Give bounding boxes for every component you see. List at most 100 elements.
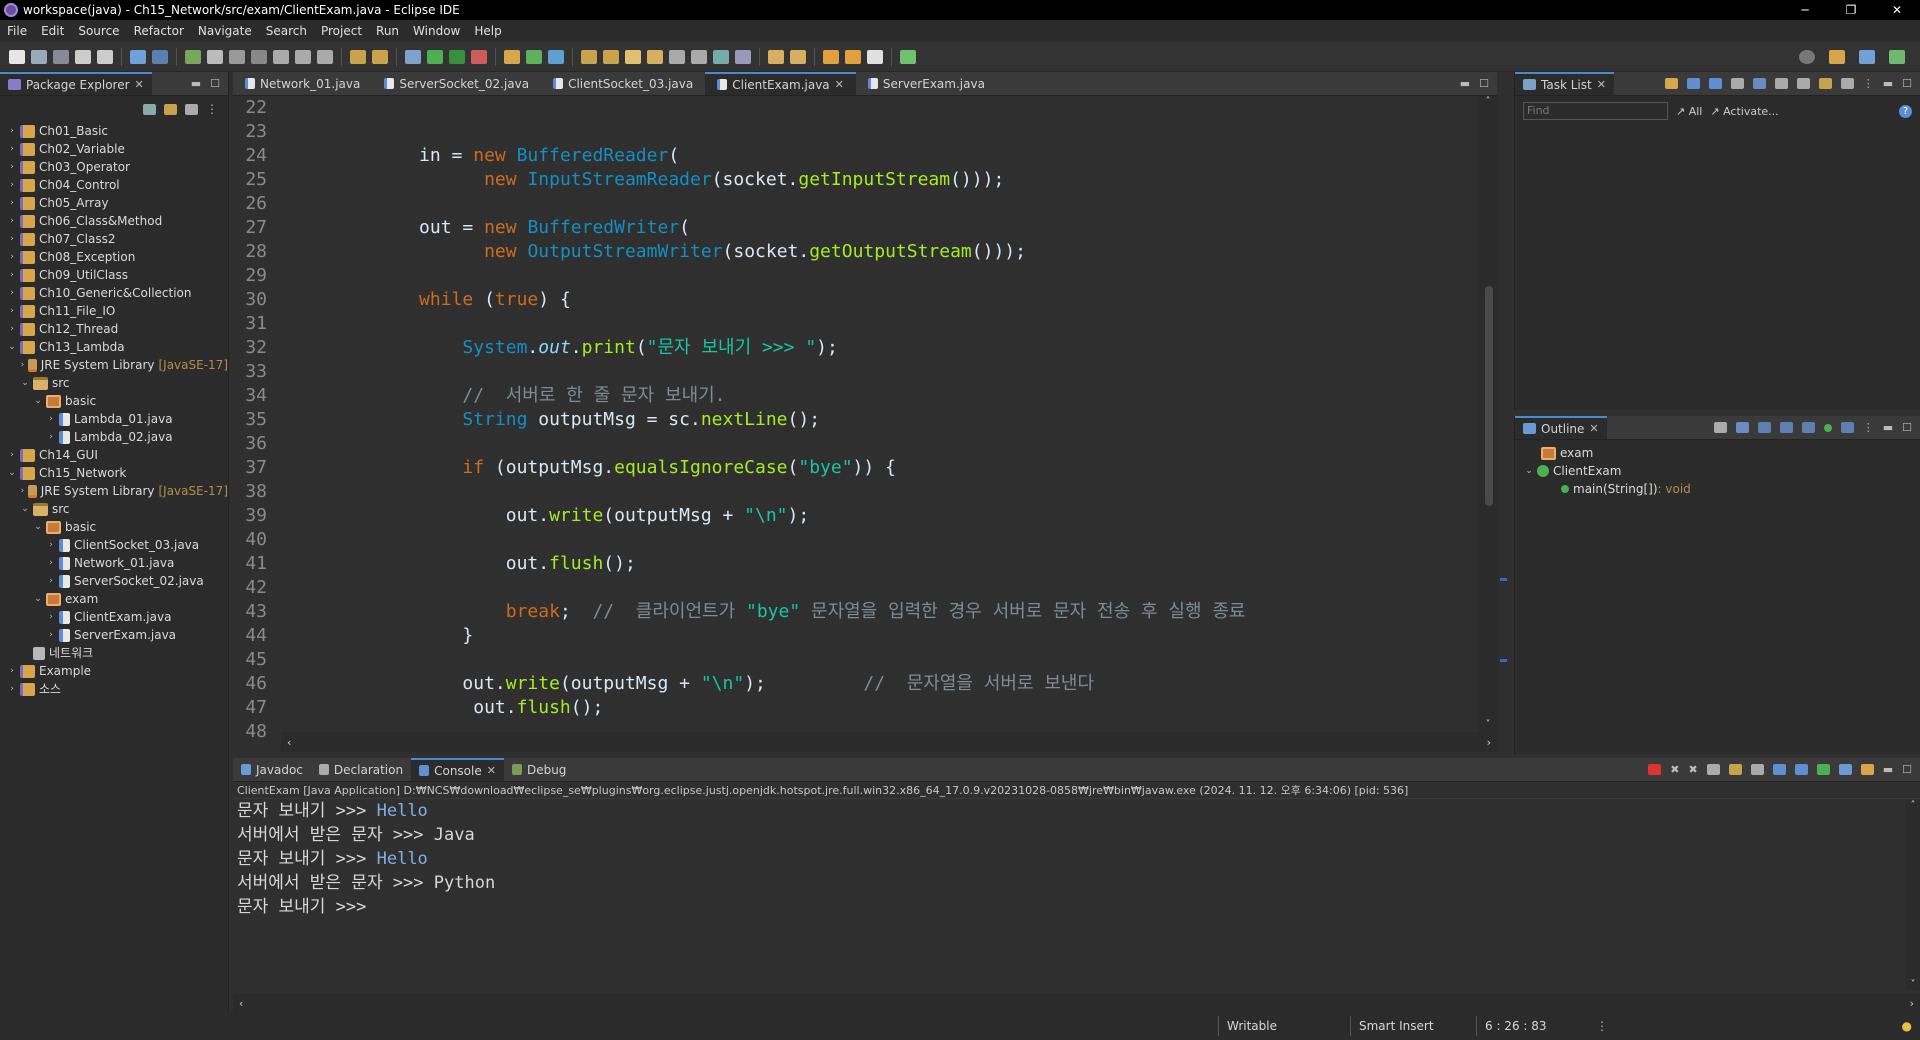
skip-breakpoints-icon[interactable] [152,49,168,64]
all-link[interactable]: ↗ All [1676,105,1702,118]
code-line[interactable] [281,576,1479,600]
tab-network-01-java[interactable]: Network_01.java [233,72,372,95]
code-line[interactable] [281,96,1479,120]
code-line[interactable]: out = new BufferedWriter( [281,216,1479,240]
chevron-right-icon[interactable]: › [6,230,18,248]
chevron-down-icon[interactable]: ⌄ [6,464,18,482]
open-console-icon[interactable] [1860,764,1874,775]
chevron-down-icon[interactable]: ⌄ [19,500,31,518]
chevron-right-icon[interactable]: › [6,680,18,698]
terminate-icon[interactable] [1648,764,1662,775]
clear-console-icon[interactable] [1706,764,1720,775]
tree-item[interactable]: › Ch05_Array [0,194,228,212]
code-line[interactable] [281,720,1479,732]
java-perspective-icon[interactable] [1859,49,1875,64]
tab-clientexam-java[interactable]: ClientExam.java ✕ [705,72,856,95]
scroll-left-icon[interactable]: ‹ [287,736,291,749]
outline-method[interactable]: main(String[]) : void [1515,480,1920,498]
collapse-all-icon[interactable] [143,103,156,115]
status-menu-icon[interactable]: ⋮ [1596,1019,1608,1033]
chevron-right-icon[interactable]: › [19,482,26,500]
tree-item[interactable]: ⌄ exam [0,590,228,608]
maximize-view-icon[interactable]: ☐ [1902,77,1912,90]
tab-outline[interactable]: Outline ✕ [1515,416,1607,439]
tree-item[interactable]: › Ch09_UtilClass [0,266,228,284]
code-line[interactable]: new OutputStreamWriter(socket.getOutputS… [281,240,1479,264]
chevron-right-icon[interactable]: › [6,266,18,284]
scroll-right-icon[interactable]: › [1487,736,1491,749]
chevron-right-icon[interactable]: › [19,356,26,374]
console-scrollbar[interactable]: ˄ ˅ [1906,800,1920,990]
code-line[interactable] [281,360,1479,384]
categorized-icon[interactable] [1686,78,1700,89]
run-icon[interactable] [427,49,443,64]
tree-item[interactable]: ⌄ src [0,374,228,392]
tree-item[interactable]: › Lambda_01.java [0,410,228,428]
chevron-down-icon[interactable]: ⌄ [6,338,18,356]
collapse-tasks-icon[interactable] [1796,78,1810,89]
chevron-right-icon[interactable]: › [6,446,18,464]
display-console-icon[interactable] [1838,764,1852,775]
tree-item[interactable]: › Ch11_File_IO [0,302,228,320]
menu-file[interactable]: File [0,24,34,38]
next-annotation-icon[interactable] [768,49,784,64]
last-edit-icon[interactable] [823,49,839,64]
chevron-down-icon[interactable]: ⌄ [1523,462,1535,480]
step-return-icon[interactable] [317,49,333,64]
tree-item[interactable]: › Ch08_Exception [0,248,228,266]
code-line[interactable]: out.write(outputMsg + "\n"); [281,504,1479,528]
tree-item[interactable]: › 소스 [0,680,228,698]
minimize-button[interactable]: ─ [1782,3,1828,17]
scroll-lock-icon[interactable] [1728,764,1742,775]
menu-run[interactable]: Run [369,24,406,38]
close-icon[interactable]: ✕ [1597,78,1606,91]
menu-help[interactable]: Help [467,24,508,38]
step-over-icon[interactable] [295,49,311,64]
show-whitespace-icon[interactable] [713,49,729,64]
link-with-editor-icon[interactable] [164,103,177,115]
chevron-right-icon[interactable]: › [6,122,18,140]
chevron-right-icon[interactable]: › [45,428,57,446]
save-icon[interactable] [31,49,47,64]
chevron-right-icon[interactable]: › [6,158,18,176]
open-task-icon[interactable] [372,49,388,64]
new-package-icon[interactable] [526,49,542,64]
chevron-right-icon[interactable]: › [6,320,18,338]
redo-icon[interactable] [97,49,113,64]
sort-icon[interactable] [1735,422,1749,433]
focus-icon[interactable] [1730,78,1744,89]
new-java-project-icon[interactable] [504,49,520,64]
code-line[interactable]: out.write(outputMsg + "\n"); // 문자열을 서버로… [281,672,1479,696]
tree-item[interactable]: › Ch14_GUI [0,446,228,464]
outline-package[interactable]: exam [1515,444,1920,462]
search-icon[interactable] [1799,49,1815,64]
tree-item[interactable]: › ServerExam.java [0,626,228,644]
tree-item[interactable]: › ClientSocket_03.java [0,536,228,554]
minimize-view-icon[interactable]: ▬ [1883,77,1893,90]
hide-fields-icon[interactable] [1757,422,1771,433]
resume-icon[interactable] [185,49,201,64]
debug-tools-icon[interactable] [405,49,421,64]
code-line[interactable]: in = new BufferedReader( [281,144,1479,168]
vertical-scrollbar[interactable]: ˄ ˅ [1479,96,1497,732]
collapse-outline-icon[interactable] [1713,422,1727,433]
new-class-icon[interactable] [548,49,564,64]
open-perspective-icon[interactable] [1829,49,1845,64]
code-line[interactable] [281,120,1479,144]
mark-occurrences-icon[interactable] [647,49,663,64]
tree-item[interactable]: › Ch04_Control [0,176,228,194]
save-all-icon[interactable] [53,49,69,64]
tree-item[interactable]: › Ch07_Class2 [0,230,228,248]
chevron-down-icon[interactable]: ⌄ [32,518,44,536]
chevron-right-icon[interactable]: › [45,626,57,644]
menu-refactor[interactable]: Refactor [127,24,191,38]
minimize-view-icon[interactable]: ▬ [1883,763,1893,776]
remove-all-icon[interactable]: ✖ [1689,763,1698,776]
tab-package-explorer[interactable]: Package Explorer ✕ [0,72,152,95]
hide-completed-icon[interactable] [1752,78,1766,89]
code-line[interactable]: } [281,624,1479,648]
code-line[interactable]: new InputStreamReader(socket.getInputStr… [281,168,1479,192]
ruler-marker[interactable] [1500,578,1507,581]
tab-javadoc[interactable]: Javadoc [233,758,311,781]
tree-item[interactable]: › Ch02_Variable [0,140,228,158]
